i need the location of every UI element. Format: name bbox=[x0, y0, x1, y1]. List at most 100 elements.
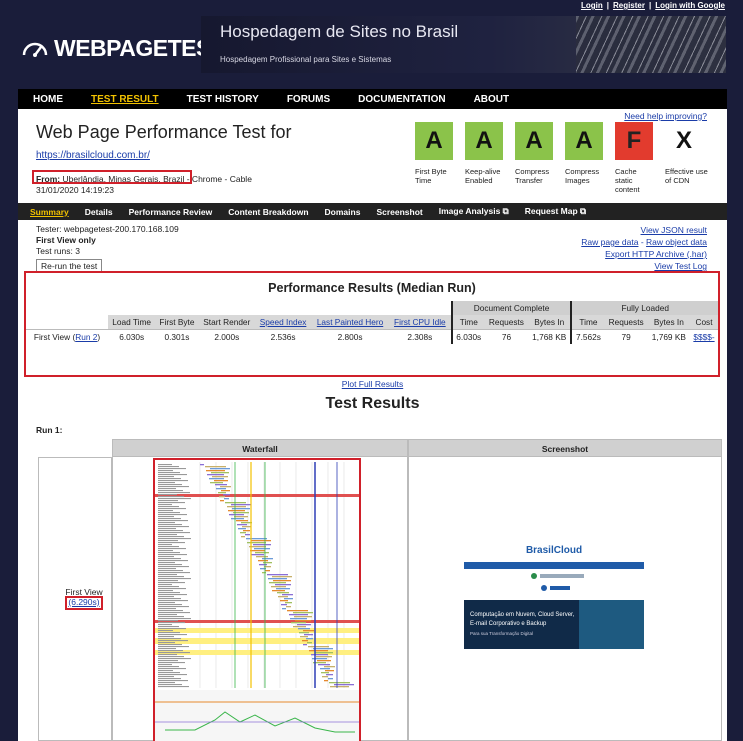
request-bar bbox=[293, 626, 306, 628]
row-label bbox=[158, 628, 186, 630]
request-bar bbox=[316, 656, 332, 658]
row-label bbox=[158, 540, 178, 542]
row-label bbox=[158, 604, 182, 606]
raw-object-data-link[interactable]: Raw object data bbox=[646, 237, 707, 247]
col-doc-requests: Requests bbox=[484, 315, 529, 330]
register-link[interactable]: Register bbox=[613, 1, 645, 10]
tab-summary[interactable]: Summary bbox=[30, 207, 69, 217]
row-label bbox=[158, 644, 182, 646]
value-full-bytes: 1,769 KB bbox=[647, 329, 690, 344]
grade-compress-transfer[interactable]: A bbox=[515, 122, 553, 160]
request-bar bbox=[229, 514, 244, 516]
screenshot-hero-line1: Computação em Nuvem, Cloud Server, bbox=[470, 612, 575, 618]
request-bar bbox=[291, 622, 306, 624]
request-bar bbox=[200, 464, 204, 466]
row-label bbox=[158, 496, 184, 498]
tab-performance-review[interactable]: Performance Review bbox=[129, 207, 213, 217]
page-screenshot[interactable]: BrasilCloud Computação em Nuvem, Cloud S… bbox=[464, 535, 644, 655]
nav-documentation[interactable]: DOCUMENTATION bbox=[358, 94, 445, 105]
waterfall-chart[interactable] bbox=[153, 458, 361, 741]
row-label bbox=[158, 598, 181, 600]
row-label bbox=[158, 474, 187, 476]
help-improving-link[interactable]: Need help improving? bbox=[624, 111, 707, 121]
tab-details[interactable]: Details bbox=[85, 207, 113, 217]
grade-cache-static[interactable]: F bbox=[615, 122, 653, 160]
ad-banner[interactable]: Hospedagem de Sites no Brasil Hospedagem… bbox=[201, 16, 726, 73]
row-label bbox=[158, 602, 175, 604]
nav-test-history[interactable]: TEST HISTORY bbox=[187, 94, 259, 105]
row-label-text: First View ( bbox=[33, 332, 76, 342]
login-link[interactable]: Login bbox=[581, 1, 603, 10]
row-label bbox=[158, 582, 185, 584]
row-label bbox=[158, 590, 173, 592]
row-label bbox=[158, 620, 178, 622]
main-nav: HOME TEST RESULT TEST HISTORY FORUMS DOC… bbox=[18, 89, 727, 109]
col-cost: Cost bbox=[689, 315, 718, 330]
tab-request-map[interactable]: Request Map ⧉ bbox=[525, 206, 586, 217]
row-label bbox=[158, 600, 188, 602]
grade-first-byte[interactable]: A bbox=[415, 122, 453, 160]
request-bar bbox=[234, 516, 248, 518]
request-bar bbox=[325, 670, 334, 672]
login-google-link[interactable]: Login with Google bbox=[655, 1, 725, 10]
request-bar bbox=[256, 556, 268, 558]
row-label bbox=[158, 672, 180, 674]
value-cost[interactable]: $$$$- bbox=[689, 329, 718, 344]
request-bar bbox=[298, 628, 310, 630]
request-bar bbox=[311, 654, 328, 656]
row-label bbox=[158, 678, 181, 680]
performance-table: Document Complete Fully Loaded Load Time… bbox=[26, 301, 718, 344]
row-label bbox=[158, 642, 175, 644]
row-label bbox=[158, 640, 188, 642]
row-label bbox=[158, 516, 174, 518]
col-last-painted-hero[interactable]: Last Painted Hero bbox=[311, 315, 389, 330]
view-json-link[interactable]: View JSON result bbox=[641, 225, 707, 235]
row-label bbox=[158, 614, 177, 616]
webpagetest-logo[interactable]: WEBPAGETEST bbox=[22, 35, 225, 62]
grade-cdn[interactable]: X bbox=[665, 122, 703, 160]
request-bar bbox=[308, 646, 329, 648]
test-results-title: Test Results bbox=[325, 395, 420, 412]
nav-forums[interactable]: FORUMS bbox=[287, 94, 330, 105]
grade-label: Compress Transfer bbox=[515, 167, 550, 185]
tested-url[interactable]: https://brasilcloud.com.br/ bbox=[36, 150, 150, 161]
plot-full-results-link[interactable]: Plot Full Results bbox=[18, 379, 727, 389]
tab-domains[interactable]: Domains bbox=[325, 207, 361, 217]
nav-home[interactable]: HOME bbox=[33, 94, 63, 105]
col-header-waterfall: Waterfall bbox=[112, 439, 408, 457]
raw-page-data-link[interactable]: Raw page data bbox=[581, 237, 638, 247]
row-label bbox=[158, 524, 182, 526]
export-har-link[interactable]: Export HTTP Archive (.har) bbox=[605, 249, 707, 259]
row-label bbox=[158, 470, 173, 472]
tab-image-analysis[interactable]: Image Analysis ⧉ bbox=[439, 206, 509, 217]
col-first-cpu-idle[interactable]: First CPU Idle bbox=[389, 315, 452, 330]
row-label bbox=[158, 466, 179, 468]
view-test-log-link[interactable]: View Test Log bbox=[654, 261, 707, 271]
request-bar bbox=[220, 500, 224, 502]
request-bar bbox=[306, 638, 313, 640]
col-speed-index[interactable]: Speed Index bbox=[255, 315, 312, 330]
nav-about[interactable]: ABOUT bbox=[474, 94, 510, 105]
request-bar bbox=[221, 490, 230, 492]
row-label bbox=[158, 486, 189, 488]
tester-name: Tester: webpagetest-200.170.168.109 bbox=[36, 224, 179, 234]
grade-compress-images[interactable]: A bbox=[565, 122, 603, 160]
grade-keep-alive[interactable]: A bbox=[465, 122, 503, 160]
cost-link[interactable]: $$$$- bbox=[693, 332, 714, 342]
row-label bbox=[158, 544, 172, 546]
request-bar bbox=[262, 558, 273, 560]
run-2-link[interactable]: Run 2 bbox=[75, 332, 97, 342]
request-bar bbox=[240, 532, 246, 534]
nav-test-result[interactable]: TEST RESULT bbox=[91, 94, 159, 105]
value-last-painted-hero: 2.800s bbox=[311, 329, 389, 344]
row-label bbox=[158, 572, 190, 574]
col-load-time: Load Time bbox=[108, 315, 156, 330]
row-label bbox=[158, 676, 174, 678]
request-bar bbox=[224, 498, 229, 500]
row-label bbox=[158, 558, 181, 560]
tab-screenshot[interactable]: Screenshot bbox=[376, 207, 422, 217]
row-label bbox=[158, 534, 177, 536]
tab-content-breakdown[interactable]: Content Breakdown bbox=[228, 207, 308, 217]
row-label bbox=[158, 500, 178, 502]
screenshot-hero-line3: Para sua Transformação Digital bbox=[470, 631, 533, 636]
